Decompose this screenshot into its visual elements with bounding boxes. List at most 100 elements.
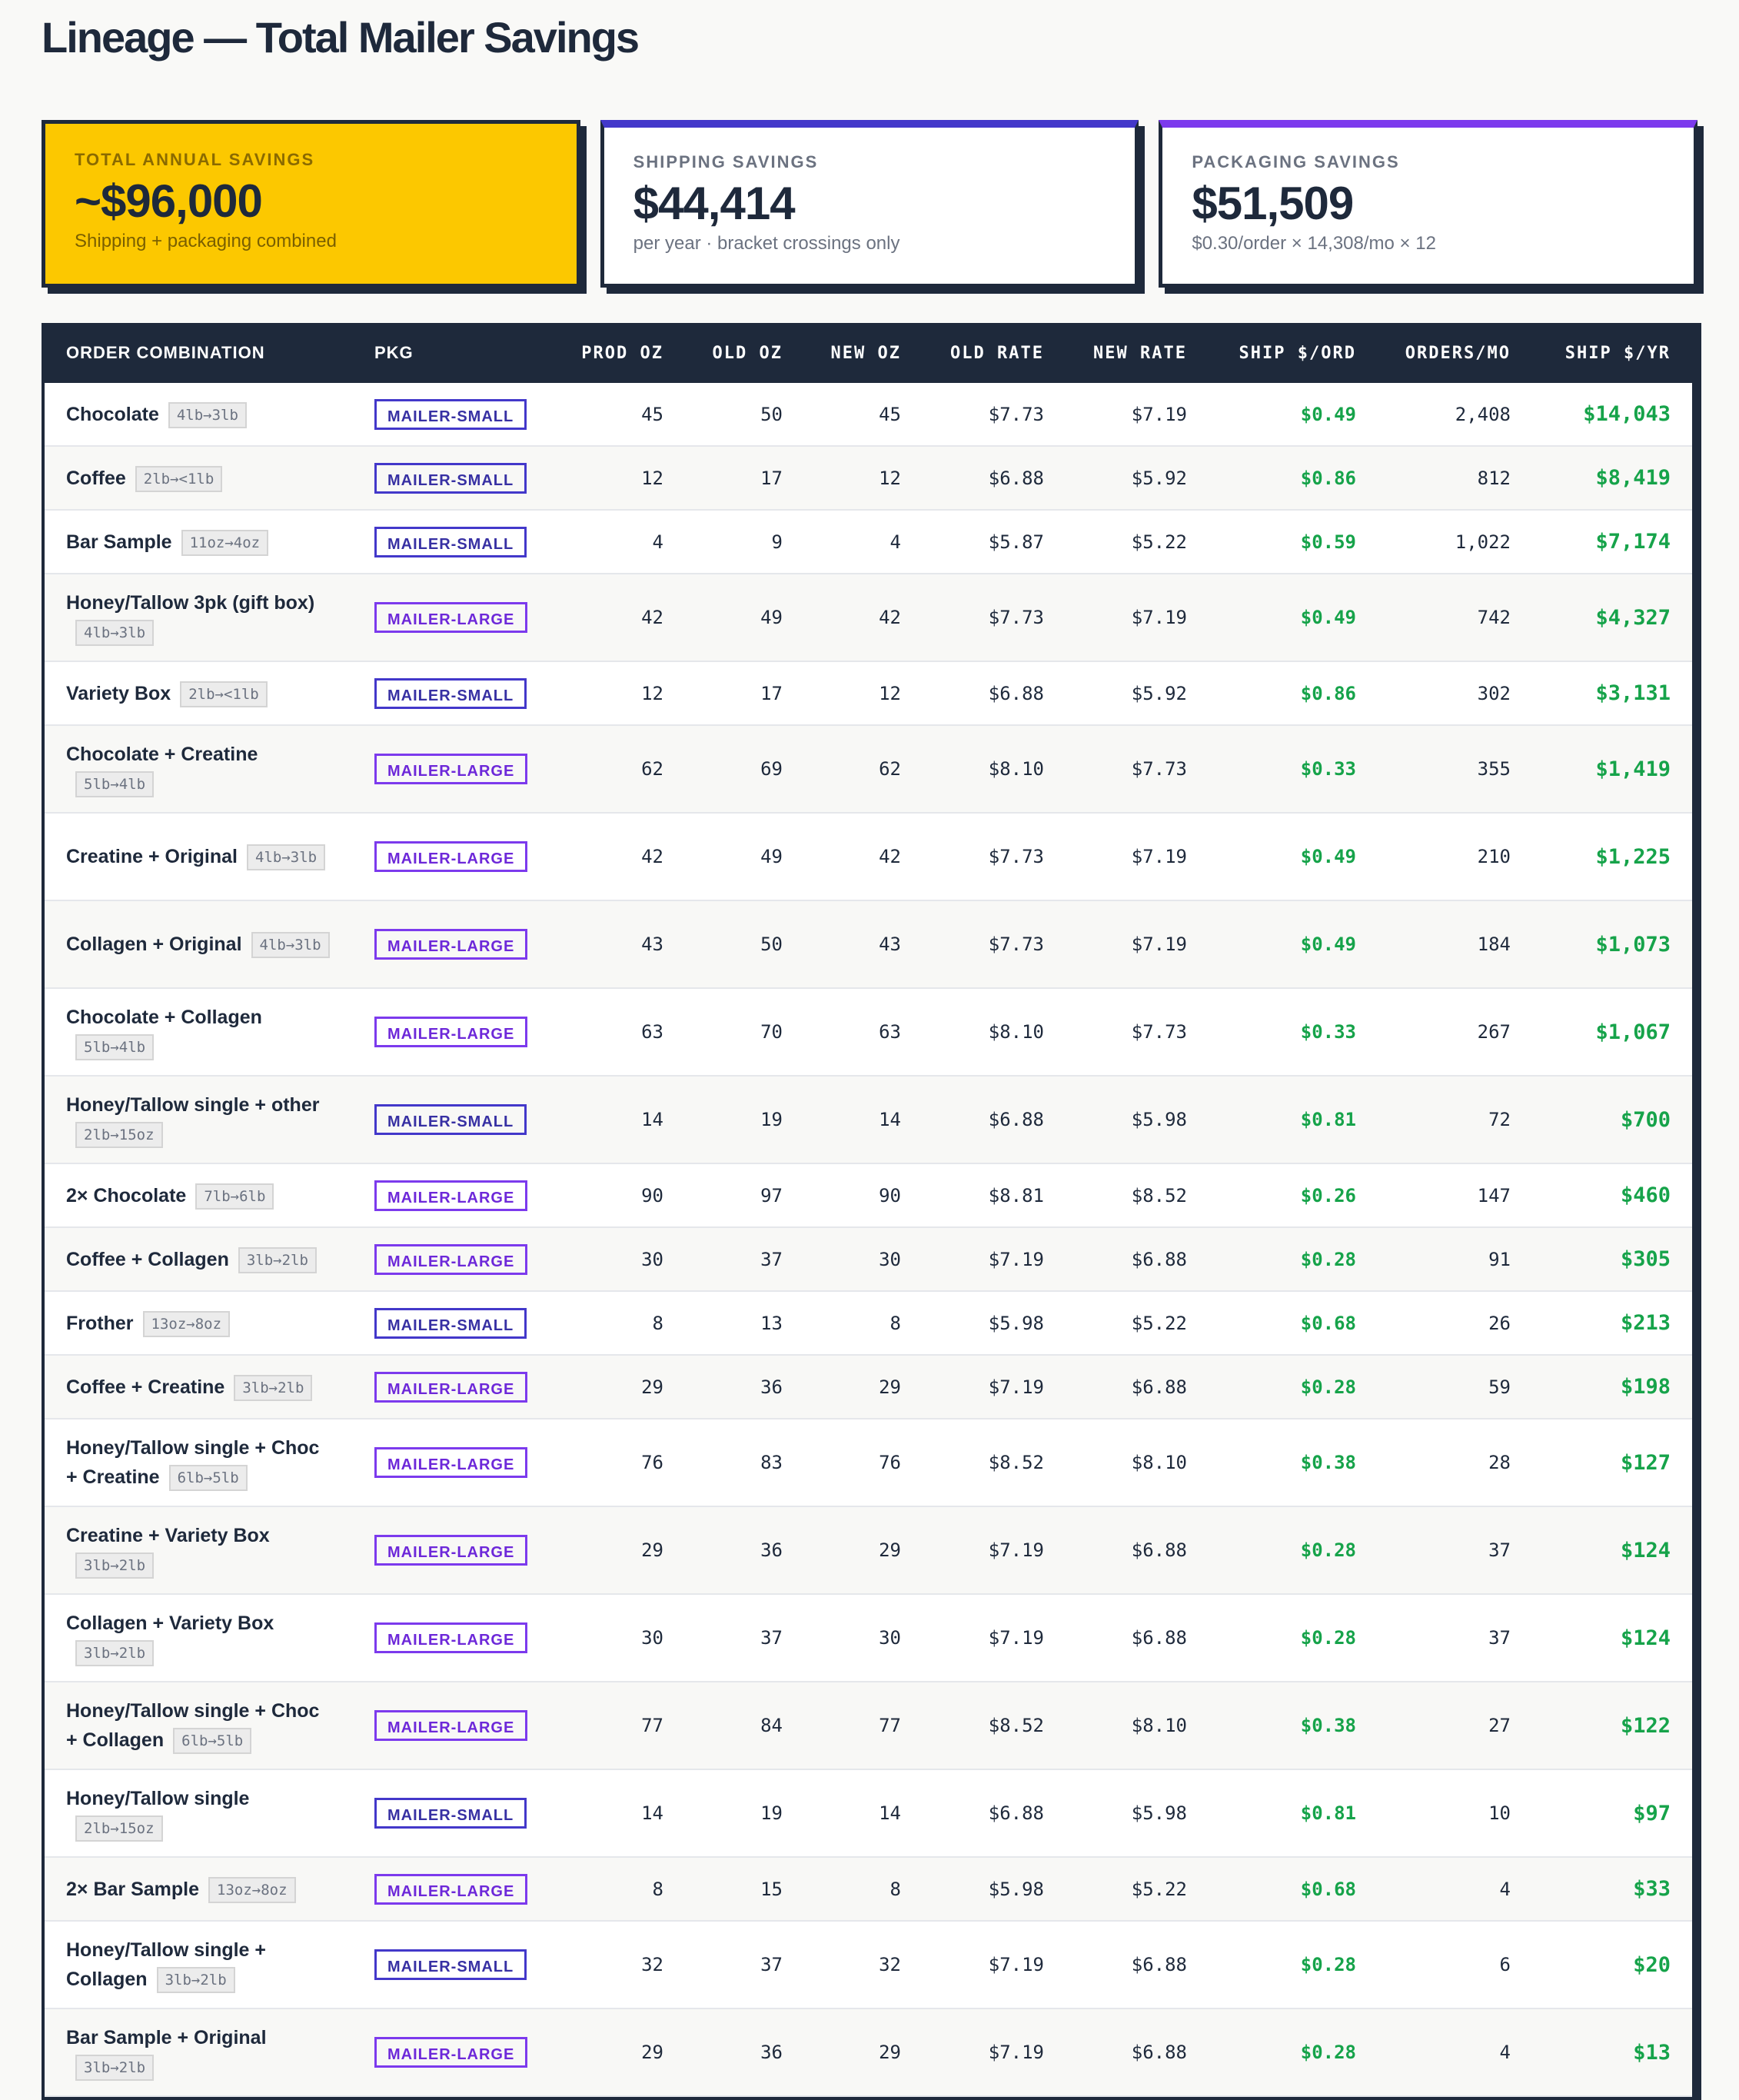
prod-oz-cell: 4 xyxy=(554,510,685,574)
col-header-pkg[interactable]: PKG xyxy=(353,323,554,383)
col-header-ship-per-order[interactable]: SHIP $/ORD xyxy=(1209,323,1378,383)
old-rate-cell: $5.98 xyxy=(923,1291,1066,1356)
weight-bracket-tag: 4lb→3lb xyxy=(251,932,330,959)
table-row[interactable]: Variety Box 2lb→<1lb MAILER-SMALL 12 17 12 $6.… xyxy=(45,661,1692,726)
pkg-cell: MAILER-LARGE xyxy=(353,900,554,989)
new-oz-cell: 4 xyxy=(804,510,923,574)
old-rate-cell: $6.88 xyxy=(923,1769,1066,1858)
weight-bracket-tag: 5lb→4lb xyxy=(75,771,155,798)
prod-oz-cell: 12 xyxy=(554,661,685,726)
col-header-combo[interactable]: ORDER COMBINATION xyxy=(45,323,353,383)
table-row[interactable]: Collagen + Variety Box 3lb→2lb MAILER-LARG… xyxy=(45,1594,1692,1682)
order-combination-name: Creatine + Original xyxy=(66,846,238,867)
table-row[interactable]: Coffee + Creatine 3lb→2lb MAILER-LARGE 29 36… xyxy=(45,1355,1692,1419)
table-row[interactable]: Collagen + Original 4lb→3lb MAILER-LARGE 43… xyxy=(45,900,1692,989)
ship-per-order-cell: $0.49 xyxy=(1209,900,1378,989)
weight-bracket-tag: 4lb→3lb xyxy=(168,401,247,428)
order-combination-name: Collagen + Variety Box xyxy=(66,1612,274,1634)
pkg-badge: MAILER-LARGE xyxy=(374,2037,528,2068)
ship-per-year-cell: $7,174 xyxy=(1532,510,1692,574)
ship-per-year-cell: $20 xyxy=(1532,1921,1692,2009)
new-oz-cell: 30 xyxy=(804,1227,923,1292)
order-combination-cell: Coffee + Creatine 3lb→2lb xyxy=(45,1355,353,1419)
table-row[interactable]: Coffee + Collagen 3lb→2lb MAILER-LARGE 30 37… xyxy=(45,1227,1692,1292)
order-combination-name: Variety Box xyxy=(66,682,171,704)
table-row[interactable]: 2× Chocolate 7lb→6lb MAILER-LARGE 90 97 90 $8.… xyxy=(45,1163,1692,1228)
new-rate-cell: $7.19 xyxy=(1066,574,1209,662)
table-row[interactable]: Honey/Tallow 3pk (gift box) 4lb→3lb MAILER… xyxy=(45,574,1692,662)
weight-bracket-tag: 6lb→5lb xyxy=(168,1465,248,1492)
weight-bracket-tag: 3lb→2lb xyxy=(234,1374,313,1401)
ship-per-year-cell: $1,225 xyxy=(1532,813,1692,901)
old-rate-cell: $6.88 xyxy=(923,661,1066,726)
weight-bracket-tag: 6lb→5lb xyxy=(173,1728,252,1755)
pkg-cell: MAILER-LARGE xyxy=(353,574,554,662)
ship-per-year-cell: $460 xyxy=(1532,1163,1692,1228)
prod-oz-cell: 45 xyxy=(554,383,685,447)
shipping-savings-label: SHIPPING SAVINGS xyxy=(633,152,819,171)
order-combination-cell: Collagen + Original 4lb→3lb xyxy=(45,900,353,989)
table-row[interactable]: Honey/Tallow single + Collagen 3lb→2lb MAI… xyxy=(45,1921,1692,2009)
prod-oz-cell: 32 xyxy=(554,1921,685,2009)
table-row[interactable]: Bar Sample 11oz→4oz MAILER-SMALL 4 9 4 $5.87 $5… xyxy=(45,510,1692,574)
table-row[interactable]: Honey/Tallow single + Choc + Creatine 6lb… xyxy=(45,1419,1692,1507)
old-oz-cell: 15 xyxy=(685,1857,804,1922)
total-savings-sub: Shipping + packaging combined xyxy=(75,231,337,251)
pkg-badge: MAILER-LARGE xyxy=(374,1017,528,1047)
table-row[interactable]: 2× Bar Sample 13oz→8oz MAILER-LARGE 8 15 8 $5.… xyxy=(45,1857,1692,1922)
table-row[interactable]: Honey/Tallow single 2lb→15oz MAILER-SMALL 1… xyxy=(45,1769,1692,1858)
pkg-badge: MAILER-SMALL xyxy=(374,1104,527,1135)
page: Lineage — Total Mailer Savings TOTAL ANN… xyxy=(0,0,1739,2100)
ship-per-year-cell: $8,419 xyxy=(1532,446,1692,511)
orders-per-month-cell: 72 xyxy=(1378,1076,1532,1164)
order-combination-cell: Collagen + Variety Box 3lb→2lb xyxy=(45,1594,353,1682)
col-header-new-oz[interactable]: NEW OZ xyxy=(804,323,923,383)
new-rate-cell: $8.10 xyxy=(1066,1419,1209,1507)
ship-per-order-cell: $0.68 xyxy=(1209,1291,1378,1356)
pkg-cell: MAILER-SMALL xyxy=(353,446,554,511)
table-row[interactable]: Chocolate 4lb→3lb MAILER-SMALL 45 50 45 $7.73 $… xyxy=(45,383,1692,447)
table-row[interactable]: Creatine + Variety Box 3lb→2lb MAILER-LARG… xyxy=(45,1506,1692,1595)
order-combination-cell: Honey/Tallow 3pk (gift box) 4lb→3lb xyxy=(45,574,353,662)
table-row[interactable]: Chocolate + Collagen 5lb→4lb MAILER-LARGE 6… xyxy=(45,988,1692,1077)
col-header-prod-oz[interactable]: PROD OZ xyxy=(554,323,685,383)
orders-per-month-cell: 59 xyxy=(1378,1355,1532,1419)
pkg-cell: MAILER-LARGE xyxy=(353,1857,554,1922)
col-header-old-oz[interactable]: OLD OZ xyxy=(685,323,804,383)
table-header-row: ORDER COMBINATION PKG PROD OZ OLD OZ NEW… xyxy=(45,323,1692,383)
weight-bracket-tag: 3lb→2lb xyxy=(238,1246,317,1273)
table-row[interactable]: Coffee 2lb→<1lb MAILER-SMALL 12 17 12 $6.88 $5.… xyxy=(45,446,1692,511)
table-row[interactable]: Honey/Tallow single + other 2lb→15oz MAILE… xyxy=(45,1076,1692,1164)
table-row[interactable]: Honey/Tallow single + Choc + Collagen 6lb… xyxy=(45,1682,1692,1770)
ship-per-year-cell: $127 xyxy=(1532,1419,1692,1507)
ship-per-order-cell: $0.49 xyxy=(1209,574,1378,662)
col-header-orders-per-month[interactable]: ORDERS/MO xyxy=(1378,323,1532,383)
prod-oz-cell: 14 xyxy=(554,1769,685,1858)
orders-per-month-cell: 742 xyxy=(1378,574,1532,662)
pkg-badge: MAILER-SMALL xyxy=(374,526,527,557)
table-row[interactable]: Frother 13oz→8oz MAILER-SMALL 8 13 8 $5.98 $5.2… xyxy=(45,1291,1692,1356)
new-rate-cell: $7.73 xyxy=(1066,988,1209,1077)
old-rate-cell: $7.73 xyxy=(923,574,1066,662)
table-row[interactable]: Chocolate + Creatine 5lb→4lb MAILER-LARGE 6… xyxy=(45,725,1692,814)
old-oz-cell: 19 xyxy=(685,1769,804,1858)
orders-per-month-cell: 1,022 xyxy=(1378,510,1532,574)
savings-table-container: ORDER COMBINATION PKG PROD OZ OLD OZ NEW… xyxy=(42,323,1695,2100)
col-header-old-rate[interactable]: OLD RATE xyxy=(923,323,1066,383)
pkg-cell: MAILER-LARGE xyxy=(353,1227,554,1292)
table-row[interactable]: Creatine + Original 4lb→3lb MAILER-LARGE 42… xyxy=(45,813,1692,901)
order-combination-cell: Bar Sample + Original 3lb→2lb xyxy=(45,2008,353,2097)
prod-oz-cell: 43 xyxy=(554,900,685,989)
old-rate-cell: $7.19 xyxy=(923,1355,1066,1419)
new-rate-cell: $5.92 xyxy=(1066,446,1209,511)
col-header-ship-per-year[interactable]: SHIP $/YR xyxy=(1532,323,1692,383)
table-row[interactable]: Bar Sample + Original 3lb→2lb MAILER-LARGE… xyxy=(45,2008,1692,2097)
prod-oz-cell: 8 xyxy=(554,1857,685,1922)
prod-oz-cell: 76 xyxy=(554,1419,685,1507)
orders-per-month-cell: 4 xyxy=(1378,1857,1532,1922)
col-header-new-rate[interactable]: NEW RATE xyxy=(1066,323,1209,383)
old-rate-cell: $7.19 xyxy=(923,1921,1066,2009)
old-oz-cell: 37 xyxy=(685,1594,804,1682)
weight-bracket-tag: 3lb→2lb xyxy=(156,1967,235,1994)
old-rate-cell: $5.98 xyxy=(923,1857,1066,1922)
